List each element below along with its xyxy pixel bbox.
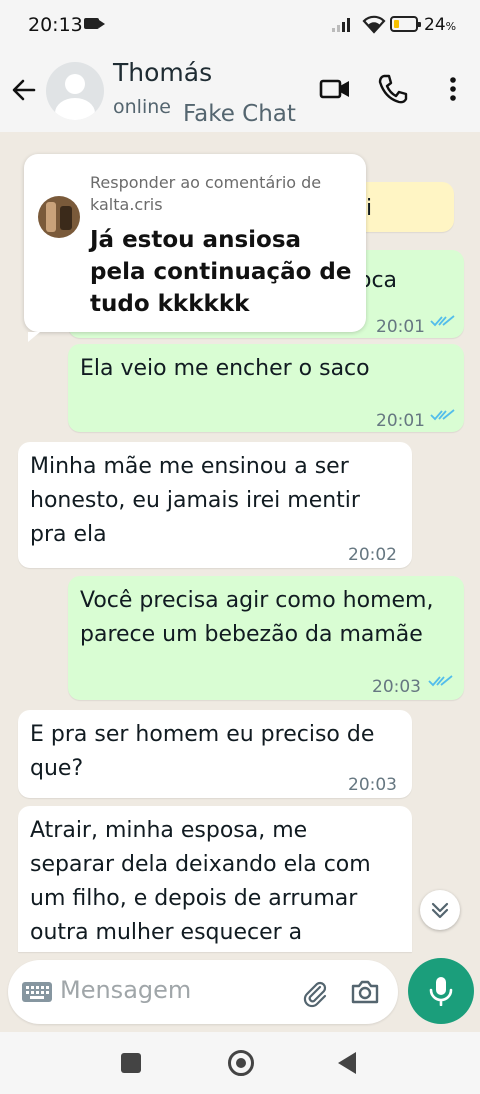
scroll-to-bottom-button[interactable] — [420, 890, 460, 930]
contact-avatar[interactable] — [46, 62, 104, 120]
recents-button[interactable] — [121, 1053, 141, 1073]
message-bubble-outgoing[interactable]: Você precisa agir como homem, parece um … — [68, 576, 464, 700]
status-time: 20:13 — [28, 14, 83, 36]
commenter-avatar — [38, 196, 80, 238]
system-nav-bar — [0, 1032, 480, 1094]
chat-header: Thomás online Fake Chat — [0, 50, 480, 132]
video-recording-icon — [84, 18, 105, 29]
status-bar: 20:13 24% — [0, 0, 480, 50]
message-composer[interactable]: Mensagem — [8, 960, 398, 1024]
signal-icon — [332, 18, 350, 32]
read-receipt-icon — [430, 409, 455, 421]
back-arrow-icon[interactable] — [10, 76, 38, 104]
home-button[interactable] — [228, 1050, 254, 1076]
back-button[interactable] — [338, 1052, 356, 1074]
message-text: Você precisa agir como homem, parece um … — [80, 588, 434, 647]
message-time: 20:03 — [348, 775, 397, 795]
message-text: i — [366, 196, 373, 221]
read-receipt-icon — [430, 315, 455, 327]
more-options-icon[interactable] — [436, 72, 470, 106]
wifi-icon — [362, 15, 386, 34]
message-bubble-incoming[interactable]: E pra ser homem eu preciso de que? 20:03 — [18, 710, 412, 798]
voice-message-button[interactable] — [408, 958, 474, 1024]
message-bubble-incoming[interactable]: Minha mãe me ensinou a ser honesto, eu j… — [18, 442, 412, 568]
message-time: 20:02 — [348, 545, 397, 565]
message-text: E pra ser homem eu preciso de que? — [30, 722, 375, 781]
reply-header: Responder ao comentário de kalta.cris — [90, 173, 322, 214]
keyboard-icon[interactable] — [22, 982, 52, 1002]
message-input[interactable]: Mensagem — [60, 976, 191, 1004]
message-time: 20:01 — [376, 411, 425, 431]
battery-percent: 24% — [424, 15, 457, 35]
presence-status: online — [113, 96, 171, 118]
contact-name[interactable]: Thomás — [113, 58, 212, 87]
reply-comment-sticker: Responder ao comentário de kalta.cris Já… — [24, 154, 366, 342]
camera-icon[interactable] — [350, 978, 380, 1006]
voice-call-icon[interactable] — [376, 72, 410, 106]
message-time: 20:03 — [372, 677, 421, 697]
read-receipt-icon — [428, 675, 453, 687]
message-text: Minha mãe me ensinou a ser honesto, eu j… — [30, 454, 360, 547]
attach-icon[interactable] — [300, 978, 330, 1008]
message-time: 20:01 — [376, 317, 425, 337]
double-chevron-down-icon — [431, 902, 449, 919]
microphone-icon — [429, 977, 453, 1006]
message-bubble-incoming[interactable]: Atrair, minha esposa, me separar dela de… — [18, 806, 412, 952]
message-bubble-outgoing[interactable]: Ela veio me encher o saco 20:01 — [68, 344, 464, 432]
video-call-icon[interactable] — [318, 72, 352, 106]
message-text: Ela veio me encher o saco — [80, 356, 370, 381]
fake-chat-watermark: Fake Chat — [183, 101, 296, 127]
battery-icon — [390, 16, 421, 32]
message-text: Atrair, minha esposa, me separar dela de… — [30, 818, 371, 945]
reply-comment-text: Já estou ansiosa pela continuação de tud… — [90, 227, 352, 317]
